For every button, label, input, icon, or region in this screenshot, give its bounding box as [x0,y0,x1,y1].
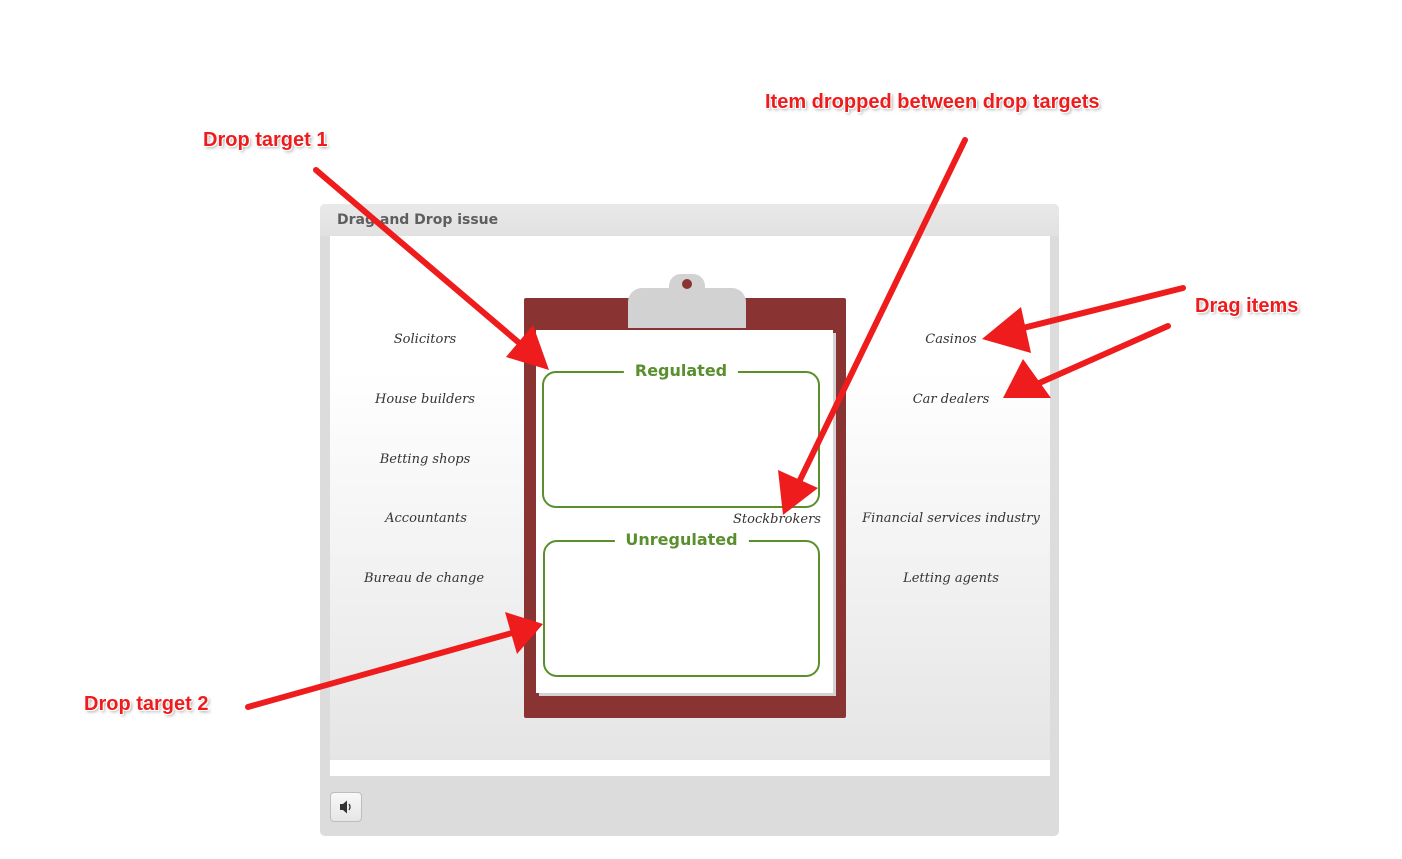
player-titlebar: Drag and Drop issue [320,204,1059,236]
audio-button[interactable] [330,792,362,822]
drag-item-solicitors[interactable]: Solicitors [394,332,456,347]
annotation-drop-target-2: Drop target 2 [84,693,209,715]
player-footer [320,776,1059,836]
drop-target-regulated[interactable]: Regulated [542,361,820,508]
drag-item-accountants[interactable]: Accountants [385,511,467,526]
clipboard: Regulated Unregulated [524,274,846,718]
player-title: Drag and Drop issue [337,212,499,228]
slide-area: Regulated Unregulated Solicitors House b… [330,236,1050,776]
drag-item-casinos[interactable]: Casinos [925,332,976,347]
drag-item-stockbrokers[interactable]: Stockbrokers [733,512,821,527]
drag-item-house-builders[interactable]: House builders [375,392,475,407]
drag-item-betting-shops[interactable]: Betting shops [380,452,471,467]
drop-target-label: Regulated [623,361,739,381]
annotation-drop-target-1: Drop target 1 [203,129,328,151]
clipboard-clip [628,274,746,328]
drop-target-unregulated[interactable]: Unregulated [543,530,820,677]
annotation-item-dropped: Item dropped between drop targets [765,91,1100,113]
drag-item-financial-services-industry[interactable]: Financial services industry [862,511,1040,526]
speaker-icon [340,800,351,814]
annotation-drag-items: Drag items [1195,295,1299,317]
drag-item-letting-agents[interactable]: Letting agents [903,571,999,586]
drop-target-label: Unregulated [614,530,749,550]
player-window: Drag and Drop issue Regulated Unregulate… [320,204,1059,836]
drag-item-car-dealers[interactable]: Car dealers [913,392,990,407]
drag-item-bureau-de-change[interactable]: Bureau de change [364,571,484,586]
